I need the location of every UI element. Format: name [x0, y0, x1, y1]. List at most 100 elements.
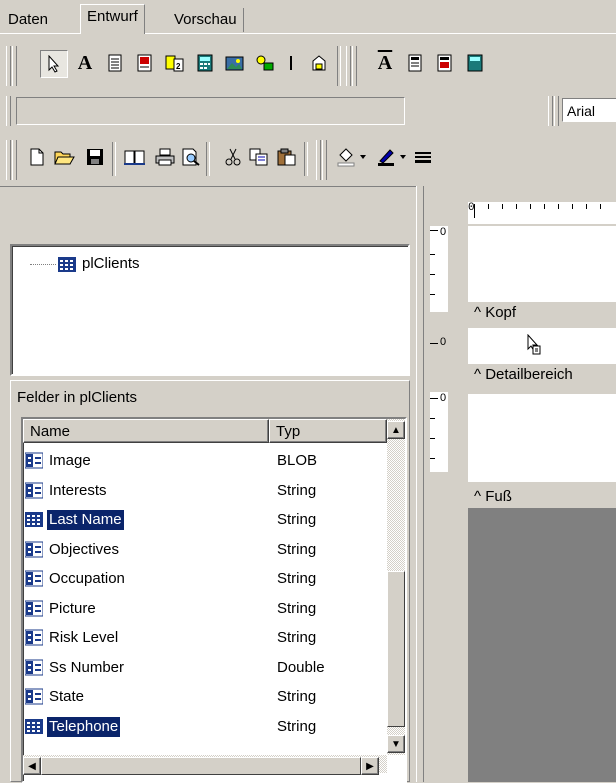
print-preview-button[interactable] [178, 144, 204, 170]
richtext-tool-button[interactable] [132, 50, 158, 76]
style-combobox[interactable] [16, 97, 405, 125]
field-row[interactable]: Telephone String [23, 712, 383, 741]
field-name: Picture [49, 599, 96, 617]
band-label-fuss[interactable]: ^ Fuß [474, 488, 512, 505]
image-tool-button[interactable] [222, 50, 248, 76]
field-icon [25, 511, 43, 528]
toolbar-grip[interactable] [322, 140, 327, 180]
new-button[interactable] [24, 144, 50, 170]
dbimage-tool-button[interactable] [252, 50, 278, 76]
ruler-tick [430, 438, 435, 439]
detail-band-area[interactable] [468, 328, 616, 364]
field-row[interactable]: Picture String [23, 594, 383, 623]
line-width-icon [415, 152, 431, 163]
scroll-right-button[interactable]: ▶ [361, 757, 379, 775]
open-button[interactable] [52, 144, 78, 170]
band-label-kopf[interactable]: ^ Kopf [474, 304, 516, 321]
line-color-button[interactable] [374, 144, 410, 170]
cut-button[interactable] [220, 144, 246, 170]
fuss-band-area[interactable] [468, 394, 616, 482]
memo-tool-2-button[interactable] [402, 50, 428, 76]
field-type: String [277, 481, 317, 499]
datasource-tree[interactable]: plClients [10, 244, 410, 376]
toolbar-grip[interactable] [12, 140, 17, 180]
kopf-band-area[interactable] [468, 226, 616, 302]
richtext-icon [137, 54, 152, 72]
field-row[interactable]: Ss Number Double [23, 653, 383, 682]
font-name-combobox[interactable]: Arial [562, 98, 616, 122]
toolbar-grip[interactable] [554, 96, 559, 126]
dbimage-icon [256, 55, 274, 71]
toolbar-grip[interactable] [12, 46, 17, 86]
fields-list[interactable]: Name Typ Image BLOB Interests String Last Na… [21, 417, 407, 783]
floppy-disk-icon [87, 149, 103, 165]
toolbar-grip[interactable] [6, 96, 11, 126]
tab-daten[interactable]: Daten [2, 8, 54, 32]
toolbar-grip[interactable] [548, 96, 553, 126]
field-type: String [277, 540, 317, 558]
field-name: Telephone [45, 715, 122, 738]
field-type: String [277, 599, 317, 617]
memo-tool-button[interactable] [102, 50, 128, 76]
line-tool-button[interactable] [278, 50, 304, 76]
line-width-button[interactable] [410, 144, 436, 170]
ruler-tick [430, 343, 438, 344]
label-tool-button[interactable]: A [72, 50, 98, 76]
open-report-button[interactable] [122, 144, 148, 170]
calc-tool-button[interactable] [192, 50, 218, 76]
field-name: Risk Level [49, 629, 119, 646]
field-name: Last Name [46, 509, 125, 531]
field-row[interactable]: Risk Level String [23, 623, 383, 652]
calc-tool-2-button[interactable] [462, 50, 488, 76]
pointer-tool-button[interactable] [40, 50, 68, 78]
toolbar-grip[interactable] [6, 140, 11, 180]
toolbar-grip[interactable] [316, 140, 321, 180]
shape-tool-button[interactable] [306, 50, 332, 76]
dbtext-icon: 2 [165, 55, 184, 72]
field-type: String [277, 511, 317, 528]
toolbar-grip[interactable] [352, 46, 357, 86]
ruler-tick [516, 204, 517, 209]
paint-bucket-icon [337, 148, 366, 167]
paste-button[interactable] [274, 144, 300, 170]
field-name: Occupation [49, 570, 125, 587]
column-header-name[interactable]: Name [23, 419, 269, 443]
tab-entwurf[interactable]: Entwurf [80, 4, 145, 34]
field-row[interactable]: Interests String [23, 476, 383, 505]
field-icon [24, 482, 44, 499]
field-row[interactable]: Objectives String [23, 535, 383, 564]
field-row[interactable]: Occupation String [23, 564, 383, 593]
save-button[interactable] [82, 144, 108, 170]
scroll-left-button[interactable]: ◀ [23, 757, 41, 775]
pane-splitter[interactable] [416, 186, 424, 782]
label-tool-2-button[interactable]: A [372, 50, 398, 76]
field-row[interactable]: Image BLOB [23, 446, 383, 475]
print-button[interactable] [152, 144, 178, 170]
ruler-tick [586, 204, 587, 209]
field-row[interactable]: Last Name String [23, 505, 383, 534]
tree-item-plclients[interactable]: plClients [82, 254, 140, 274]
field-icon [24, 600, 44, 617]
toolbar-grip[interactable] [6, 46, 11, 86]
field-type: BLOB [277, 452, 318, 469]
hscroll-thumb[interactable] [41, 757, 361, 775]
tab-bar: Daten Entwurf Vorschau [0, 0, 616, 34]
ruler-tick [600, 204, 601, 209]
copy-button[interactable] [246, 144, 272, 170]
scroll-down-button[interactable]: ▼ [387, 735, 405, 753]
dbtext-tool-button[interactable]: 2 [162, 50, 188, 76]
drag-copy-cursor-icon [527, 334, 541, 355]
field-name: Objectives [49, 540, 120, 558]
field-row[interactable]: State String [23, 682, 383, 711]
richtext-tool-2-button[interactable] [432, 50, 458, 76]
band-label-detail[interactable]: ^ Detailbereich [474, 366, 573, 383]
printer-icon [155, 148, 175, 166]
print-preview-icon [182, 148, 200, 166]
scroll-thumb[interactable] [387, 571, 405, 727]
column-header-type[interactable]: Typ [269, 419, 387, 443]
fill-color-button[interactable] [334, 144, 370, 170]
ruler-tick [502, 204, 503, 209]
toolbar-grip[interactable] [346, 46, 351, 86]
tab-vorschau[interactable]: Vorschau [168, 8, 244, 32]
scroll-up-button[interactable]: ▲ [387, 421, 405, 439]
